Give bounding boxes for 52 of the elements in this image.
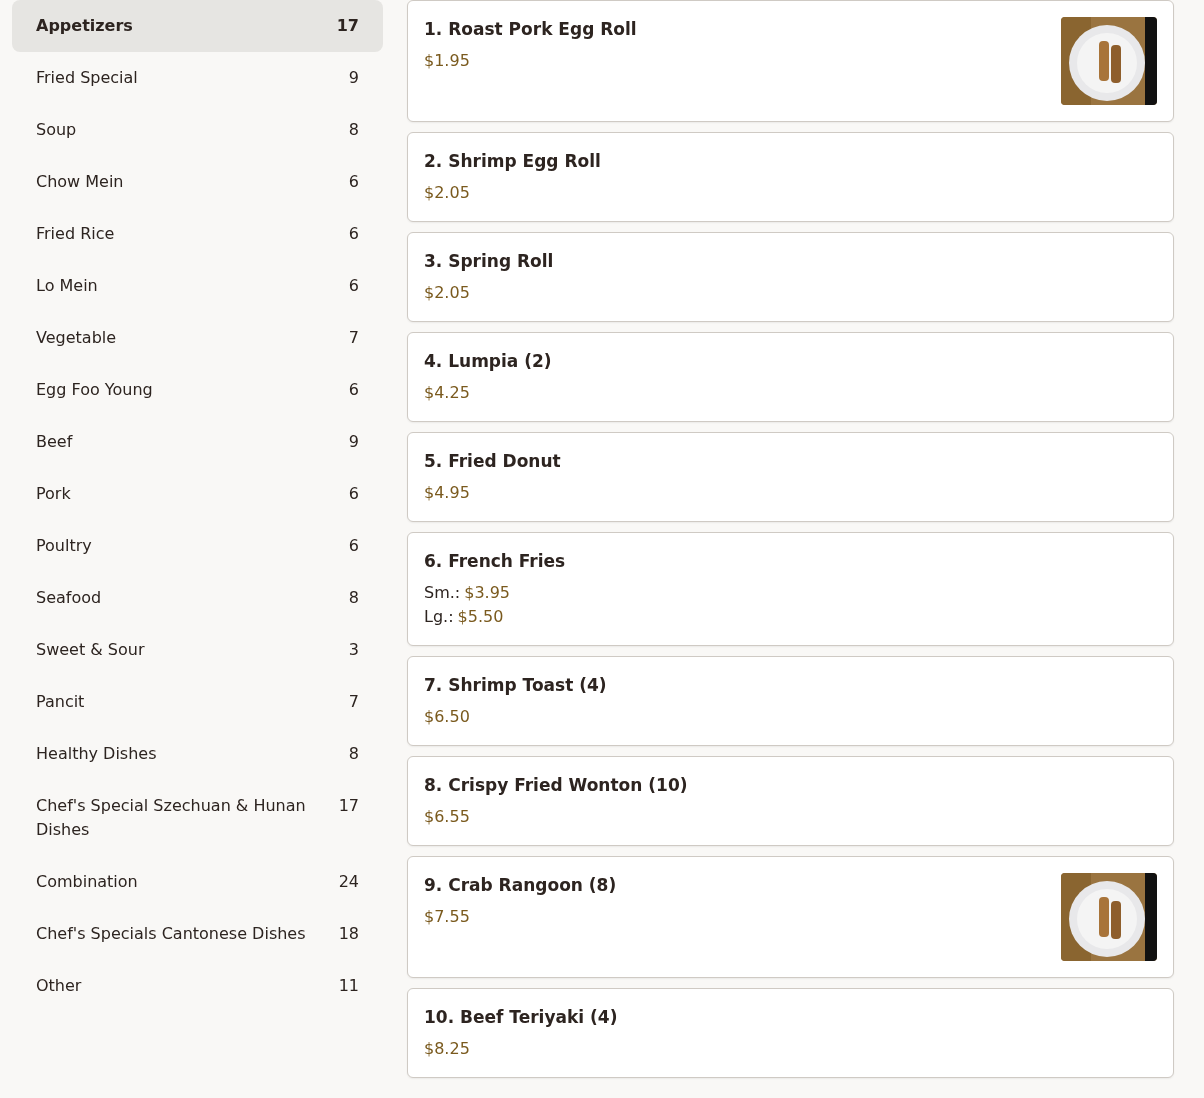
category-item[interactable]: Chow Mein 6 — [12, 156, 383, 208]
item-price: $6.55 — [424, 807, 470, 826]
category-item[interactable]: Chef's Special Szechuan & Hunan Dishes 17 — [12, 780, 383, 856]
item-price: $1.95 — [424, 51, 470, 70]
item-name: 1. Roast Pork Egg Roll — [424, 18, 637, 41]
item-price: $6.50 — [424, 707, 470, 726]
item-name: 5. Fried Donut — [424, 450, 561, 473]
category-item[interactable]: Sweet & Sour 3 — [12, 624, 383, 676]
category-item[interactable]: Egg Foo Young 6 — [12, 364, 383, 416]
menu-item-card[interactable]: 9. Crab Rangoon (8) $7.55 — [407, 856, 1174, 978]
menu-item-card[interactable]: 10. Beef Teriyaki (4) $8.25 — [407, 988, 1174, 1078]
menu-item-card[interactable]: 8. Crispy Fried Wonton (10) $6.55 — [407, 756, 1174, 846]
category-item[interactable]: Vegetable 7 — [12, 312, 383, 364]
category-item[interactable]: Fried Rice 6 — [12, 208, 383, 260]
category-item[interactable]: Soup 8 — [12, 104, 383, 156]
item-price: $4.95 — [424, 483, 470, 502]
item-price: $2.05 — [424, 183, 470, 202]
item-name: 6. French Fries — [424, 550, 566, 573]
category-item[interactable]: Beef 9 — [12, 416, 383, 468]
item-name: 10. Beef Teriyaki (4) — [424, 1006, 618, 1029]
menu-item-card[interactable]: 6. French Fries Sm.: $3.95 Lg.: $5.50 — [407, 532, 1174, 646]
category-item[interactable]: Pancit 7 — [12, 676, 383, 728]
item-name: 2. Shrimp Egg Roll — [424, 150, 601, 173]
category-item[interactable]: Combination 24 — [12, 856, 383, 908]
menu-item-card[interactable]: 5. Fried Donut $4.95 — [407, 432, 1174, 522]
category-item[interactable]: Appetizers 17 — [12, 0, 383, 52]
category-item[interactable]: Healthy Dishes 8 — [12, 728, 383, 780]
item-name: 7. Shrimp Toast (4) — [424, 674, 607, 697]
item-name: 4. Lumpia (2) — [424, 350, 552, 373]
item-price: $7.55 — [424, 907, 470, 926]
menu-item-card[interactable]: 2. Shrimp Egg Roll $2.05 — [407, 132, 1174, 222]
item-price: $8.25 — [424, 1039, 470, 1058]
menu-item-card[interactable]: 4. Lumpia (2) $4.25 — [407, 332, 1174, 422]
price-label: Lg.: — [424, 607, 454, 626]
item-price: $4.25 — [424, 383, 470, 402]
item-name: 8. Crispy Fried Wonton (10) — [424, 774, 688, 797]
menu-item-card[interactable]: 3. Spring Roll $2.05 — [407, 232, 1174, 322]
item-price: $2.05 — [424, 283, 470, 302]
category-item[interactable]: Fried Special 9 — [12, 52, 383, 104]
category-item[interactable]: Seafood 8 — [12, 572, 383, 624]
menu-item-card[interactable]: 1. Roast Pork Egg Roll $1.95 — [407, 0, 1174, 122]
category-item[interactable]: Poultry 6 — [12, 520, 383, 572]
item-price: $3.95 — [464, 583, 511, 602]
category-item[interactable]: Pork 6 — [12, 468, 383, 520]
category-item[interactable]: Chef's Specials Cantonese Dishes 18 — [12, 908, 383, 960]
category-item[interactable]: Other 11 — [12, 960, 383, 1012]
item-name: 3. Spring Roll — [424, 250, 554, 273]
item-price: $5.50 — [457, 607, 504, 626]
menu-item-card[interactable]: 7. Shrimp Toast (4) $6.50 — [407, 656, 1174, 746]
price-label: Sm.: — [424, 583, 461, 602]
item-name: 9. Crab Rangoon (8) — [424, 874, 617, 897]
category-item[interactable]: Lo Mein 6 — [12, 260, 383, 312]
